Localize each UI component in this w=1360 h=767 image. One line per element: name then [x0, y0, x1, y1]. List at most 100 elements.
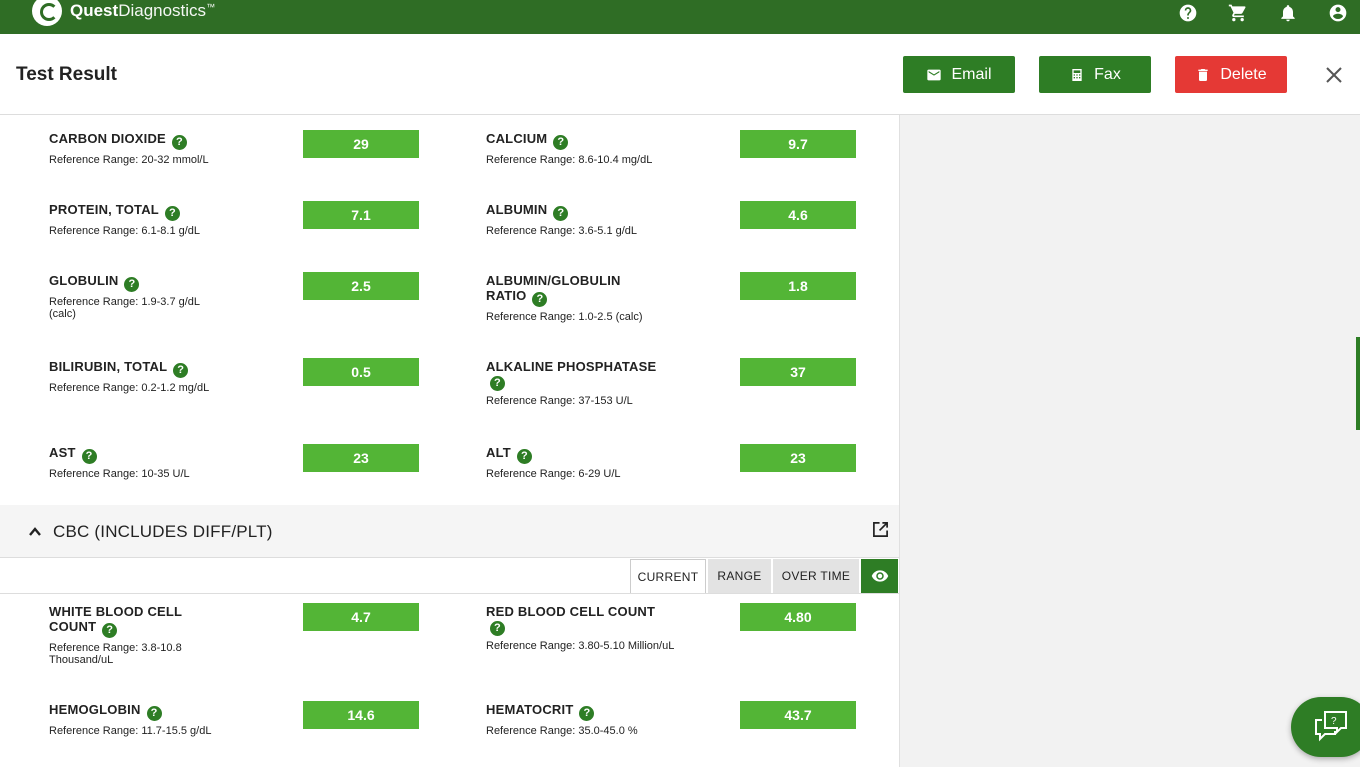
result-name: RED BLOOD CELL COUNT [486, 604, 656, 619]
tab-current[interactable]: CURRENT [630, 559, 706, 593]
result-item: CARBON DIOXIDE? Reference Range: 20-32 m… [49, 131, 224, 166]
result-name: CARBON DIOXIDE [49, 131, 166, 146]
cbc-section-header[interactable]: CBC (INCLUDES DIFF/PLT) [0, 505, 899, 557]
page-title: Test Result [16, 64, 118, 85]
account-icon[interactable] [1328, 3, 1348, 23]
help-circle-icon[interactable] [1178, 3, 1198, 23]
help-icon[interactable]: ? [579, 706, 595, 721]
result-value: 2.5 [303, 272, 419, 300]
tab-over-time[interactable]: OVER TIME [773, 559, 859, 593]
help-icon[interactable]: ? [102, 623, 118, 638]
help-icon[interactable]: ? [553, 135, 569, 150]
detail-side-panel [901, 115, 1360, 767]
help-icon[interactable]: ? [516, 449, 532, 464]
result-item: GLOBULIN? Reference Range: 1.9-3.7 g/dL … [49, 273, 224, 320]
help-icon[interactable]: ? [146, 706, 162, 721]
result-item: RED BLOOD CELL COUNT? Reference Range: 3… [486, 604, 706, 652]
help-icon[interactable]: ? [164, 206, 180, 221]
help-icon[interactable]: ? [171, 135, 187, 150]
delete-button-label: Delete [1220, 65, 1267, 83]
result-name: HEMOGLOBIN [49, 702, 141, 717]
result-item: ALKALINE PHOSPHATASE? Reference Range: 3… [486, 359, 661, 407]
result-name: ALBUMIN/GLOBULIN RATIO [486, 273, 621, 303]
reference-range: Reference Range: 37-153 U/L [486, 395, 633, 407]
reference-range: Reference Range: 10-35 U/L [49, 468, 190, 480]
close-icon[interactable] [1325, 66, 1345, 86]
result-value: 23 [303, 444, 419, 472]
fax-button-label: Fax [1094, 65, 1121, 83]
result-name: PROTEIN, TOTAL [49, 202, 159, 217]
cart-icon[interactable] [1228, 3, 1248, 23]
result-item: ALBUMIN/GLOBULIN RATIO? Reference Range:… [486, 273, 661, 323]
brand-name: QuestDiagnostics™ [70, 0, 216, 20]
reference-range: Reference Range: 20-32 mmol/L [49, 154, 209, 166]
result-name: AST [49, 445, 76, 460]
result-value: 23 [740, 444, 856, 472]
reference-range: Reference Range: 3.6-5.1 g/dL [486, 225, 638, 237]
result-value: 43.7 [740, 701, 856, 729]
fax-icon [1072, 68, 1082, 81]
bell-icon[interactable] [1278, 3, 1298, 23]
svg-text:?: ? [1331, 716, 1337, 727]
result-value: 7.1 [303, 201, 419, 229]
chat-help-icon: ? [1315, 711, 1347, 742]
result-item: AST? Reference Range: 10-35 U/L [49, 445, 224, 480]
reference-range: Reference Range: 6.1-8.1 g/dL [49, 225, 201, 237]
reference-range: Reference Range: 6-29 U/L [486, 468, 621, 480]
result-value: 14.6 [303, 701, 419, 729]
result-name: GLOBULIN [49, 273, 119, 288]
result-value: 0.5 [303, 358, 419, 386]
email-button[interactable]: Email [903, 56, 1015, 93]
result-name: ALT [486, 445, 511, 460]
result-value: 29 [303, 130, 419, 158]
mail-icon [927, 69, 942, 80]
result-name: CALCIUM [486, 131, 548, 146]
reference-range: Reference Range: 1.9-3.7 g/dL (calc) [49, 296, 200, 320]
result-item: PROTEIN, TOTAL? Reference Range: 6.1-8.1… [49, 202, 224, 237]
help-icon[interactable]: ? [532, 292, 548, 307]
reference-range: Reference Range: 3.8-10.8 Thousand/uL [49, 642, 182, 666]
test-result-header: Test Result Email Fax Delete [0, 34, 1360, 115]
help-icon[interactable]: ? [81, 449, 97, 464]
result-item: WHITE BLOOD CELL COUNT? Reference Range:… [49, 604, 199, 666]
help-icon[interactable]: ? [553, 206, 569, 221]
result-name: ALKALINE PHOSPHATASE [486, 359, 657, 374]
delete-button[interactable]: Delete [1175, 56, 1287, 93]
result-value: 4.80 [740, 603, 856, 631]
result-value: 1.8 [740, 272, 856, 300]
external-link-icon[interactable] [872, 521, 890, 539]
result-value: 9.7 [740, 130, 856, 158]
chevron-up-icon[interactable] [28, 525, 42, 539]
trash-icon [1198, 68, 1209, 81]
result-value: 4.7 [303, 603, 419, 631]
result-item: CALCIUM? Reference Range: 8.6-10.4 mg/dL [486, 131, 661, 166]
result-value: 37 [740, 358, 856, 386]
result-item: HEMATOCRIT? Reference Range: 35.0-45.0 % [486, 702, 661, 737]
quest-logo-icon [32, 0, 62, 26]
result-item: ALT? Reference Range: 6-29 U/L [486, 445, 661, 480]
reference-range: Reference Range: 11.7-15.5 g/dL [49, 725, 212, 737]
section-title: CBC (INCLUDES DIFF/PLT) [53, 522, 273, 541]
chat-help-button[interactable]: ? [1291, 697, 1360, 757]
help-icon[interactable]: ? [173, 363, 189, 378]
result-item: ALBUMIN? Reference Range: 3.6-5.1 g/dL [486, 202, 661, 237]
quest-logo[interactable]: QuestDiagnostics™ [32, 0, 215, 28]
reference-range: Reference Range: 8.6-10.4 mg/dL [486, 154, 653, 166]
help-icon[interactable]: ? [124, 277, 140, 292]
top-navigation-bar: QuestDiagnostics™ [0, 0, 1360, 34]
result-name: BILIRUBIN, TOTAL [49, 359, 168, 374]
help-icon[interactable]: ? [490, 376, 505, 391]
result-name: ALBUMIN [486, 202, 548, 217]
reference-range: Reference Range: 3.80-5.10 Million/uL [486, 640, 675, 652]
fax-button[interactable]: Fax [1039, 56, 1151, 93]
scrollbar-thumb[interactable] [1356, 337, 1360, 430]
view-toggle-bar: CURRENT RANGE OVER TIME [0, 557, 899, 594]
result-item: BILIRUBIN, TOTAL? Reference Range: 0.2-1… [49, 359, 224, 394]
help-icon[interactable]: ? [490, 621, 505, 636]
reference-range: Reference Range: 0.2-1.2 mg/dL [49, 382, 210, 394]
reference-range: Reference Range: 1.0-2.5 (calc) [486, 311, 643, 323]
tab-range[interactable]: RANGE [708, 559, 771, 593]
eye-icon[interactable] [861, 559, 898, 593]
result-item: HEMOGLOBIN? Reference Range: 11.7-15.5 g… [49, 702, 224, 737]
result-name: HEMATOCRIT [486, 702, 574, 717]
